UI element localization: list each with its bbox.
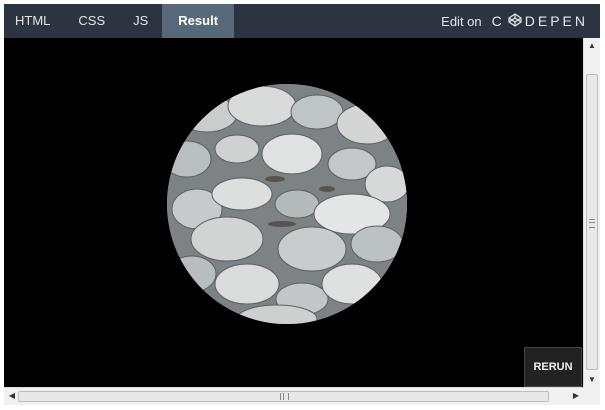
horizontal-scrollbar[interactable]: ◀ ▶ — [4, 387, 584, 405]
tab-html[interactable]: HTML — [4, 4, 64, 38]
codepen-wordmark: C DEPEN — [491, 12, 588, 30]
vertical-scroll-thumb[interactable] — [586, 74, 598, 370]
codepen-embed: HTML CSS JS Result Edit on C DEPEN RERUN… — [4, 4, 600, 405]
vertical-scrollbar[interactable]: ▲ ▼ — [583, 38, 600, 388]
embed-topbar: HTML CSS JS Result Edit on C DEPEN — [4, 4, 600, 45]
result-pane: RERUN — [4, 38, 584, 388]
rocks-image — [167, 84, 407, 324]
vertical-grip-icon — [589, 219, 595, 228]
tab-result[interactable]: Result — [162, 4, 235, 45]
tab-css[interactable]: CSS — [64, 4, 119, 38]
scroll-up-arrow-icon[interactable]: ▲ — [584, 38, 600, 54]
codepen-logo-icon — [508, 12, 522, 30]
scroll-right-arrow-icon[interactable]: ▶ — [568, 388, 584, 404]
tab-js[interactable]: JS — [119, 4, 162, 38]
scrollbar-corner — [584, 388, 600, 405]
scroll-down-arrow-icon[interactable]: ▼ — [584, 372, 600, 388]
edit-on-label: Edit on — [441, 13, 482, 29]
rerun-button[interactable]: RERUN — [524, 347, 582, 387]
brand-suffix: DEPEN — [524, 13, 588, 29]
edit-on-codepen-link[interactable]: Edit on C DEPEN — [441, 4, 588, 38]
brand-prefix: C — [491, 13, 505, 29]
horizontal-scroll-thumb[interactable] — [18, 391, 549, 402]
tab-bar: HTML CSS JS Result — [4, 4, 235, 45]
horizontal-grip-icon — [280, 393, 289, 400]
